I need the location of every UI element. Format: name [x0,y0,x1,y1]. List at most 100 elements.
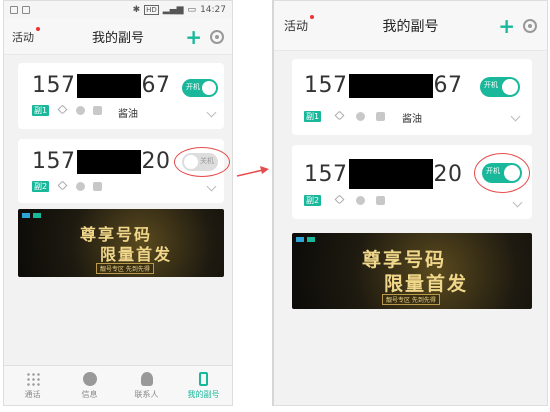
tab-contacts[interactable]: 联系人 [118,366,175,405]
schedule-icon[interactable] [93,106,102,115]
activity-label: 活动 [12,30,34,44]
app-header: 活动 我的副号 + [4,19,232,55]
add-icon[interactable]: + [498,16,515,36]
tab-label: 通话 [24,389,41,399]
activity-link[interactable]: 活动 [12,26,40,45]
number-suffix: 20 [141,149,171,174]
sub-number-card-2[interactable]: 157 20 副2 关机 [18,139,230,203]
power-toggle[interactable]: 开机 [480,77,520,97]
number-prefix: 157 [32,149,76,174]
redaction-block [348,73,433,98]
power-toggle[interactable]: 开机 [182,79,218,97]
banner-logo [296,237,315,242]
phone-number: 157 67 [304,73,463,98]
phone-number: 157 67 [32,73,171,98]
call-icon[interactable] [57,180,68,191]
call-icon[interactable] [334,194,345,205]
sub-badge: 副1 [32,105,50,116]
add-icon[interactable]: + [185,27,202,47]
sub-number-icon [199,371,208,386]
banner-title-line2: 限量首发 [384,273,469,295]
transition-arrow-icon [236,166,269,177]
schedule-icon[interactable] [93,182,102,191]
tab-messages[interactable]: 信息 [61,366,118,405]
number-prefix: 157 [32,73,76,98]
call-icon[interactable] [57,104,68,115]
promo-banner[interactable]: 尊享号码 限量首发 靓号专区 先到先得 [18,209,224,277]
status-left-icons [10,6,30,14]
sub-number-card-1[interactable]: 157 67 副1 酱油 开机 [18,63,224,129]
status-bar: ✱ HD ▂▄▆ ▭ 14:27 [4,1,232,19]
right-phone-screen: 活动 我的副号 + 157 67 副1 酱油 开机 157 20 副2 开机 尊… [272,0,548,406]
card-label: 酱油 [402,114,422,125]
sub-badge: 副2 [32,181,50,192]
gear-icon[interactable] [210,29,224,44]
banner-subtitle: 靓号专区 先到先得 [382,294,440,305]
toggle-knob [502,79,518,95]
message-block-icon[interactable] [356,196,365,205]
promo-banner[interactable]: 尊享号码 限量首发 靓号专区 先到先得 [292,233,532,309]
hd-badge: HD [144,5,159,15]
comparison-stage: ✱ HD ▂▄▆ ▭ 14:27 活动 我的副号 + 157 67 副1 酱油 … [0,0,550,412]
battery-icon: ▭ [187,5,197,15]
message-icon [82,371,97,386]
highlight-ring [474,153,530,193]
toggle-label: 开机 [484,81,498,89]
sub-number-card-1[interactable]: 157 67 副1 酱油 开机 [292,59,532,135]
signal-icon: ▂▄▆ [162,5,184,15]
bluetooth-icon: ✱ [132,5,141,15]
tab-label: 我的副号 [187,389,220,399]
left-phone-screen: ✱ HD ▂▄▆ ▭ 14:27 活动 我的副号 + 157 67 副1 酱油 … [3,0,233,406]
page-title: 我的副号 [91,31,145,46]
tab-label: 联系人 [134,389,159,399]
toggle-knob [202,81,216,95]
bottom-tab-bar: 通话 信息 联系人 我的副号 [4,365,232,405]
number-suffix: 67 [141,73,171,98]
redaction-block [76,73,141,98]
gear-icon[interactable] [523,18,537,33]
sub-badge: 副1 [304,111,322,122]
number-prefix: 157 [304,73,348,98]
redaction-block [348,159,433,189]
message-block-icon[interactable] [356,112,365,121]
notification-dot [310,15,315,19]
status-time: 14:27 [200,5,226,15]
status-right-icons: ✱ HD ▂▄▆ ▭ 14:27 [133,5,226,15]
sub-number-card-2[interactable]: 157 20 副2 开机 [292,145,532,219]
banner-title-line2: 限量首发 [100,245,173,264]
dialpad-icon [25,371,40,386]
phone-number: 157 20 [32,149,171,174]
app-header: 活动 我的副号 + [274,1,547,51]
number-suffix: 20 [433,161,463,187]
activity-link[interactable]: 活动 [284,15,315,34]
toggle-label: 开机 [186,83,200,91]
message-block-icon[interactable] [76,106,85,115]
message-block-icon[interactable] [76,182,85,191]
chevron-down-icon[interactable] [206,107,217,118]
chevron-down-icon[interactable] [510,111,521,122]
highlight-ring [174,147,230,177]
chevron-down-icon[interactable] [512,197,523,208]
tab-my-sub-numbers[interactable]: 我的副号 [175,366,232,405]
tab-calls[interactable]: 通话 [4,366,61,405]
redaction-block [76,149,141,174]
page-title: 我的副号 [382,18,439,35]
activity-label: 活动 [284,19,309,33]
banner-title-line1: 尊享号码 [362,249,447,271]
phone-number: 157 20 [304,159,463,189]
schedule-icon[interactable] [376,112,385,121]
tab-label: 信息 [81,389,98,399]
banner-logo [22,213,41,218]
contacts-icon [140,371,153,386]
number-prefix: 157 [304,161,348,187]
banner-subtitle: 靓号专区 先到先得 [96,263,154,274]
notification-icon [10,6,18,14]
chevron-down-icon[interactable] [206,181,217,192]
call-icon[interactable] [334,110,345,121]
notification-dot [36,26,40,31]
schedule-icon[interactable] [376,196,385,205]
card-label: 酱油 [118,109,138,120]
sub-badge: 副2 [304,195,322,206]
sim-icon [22,6,30,14]
number-suffix: 67 [433,73,463,98]
